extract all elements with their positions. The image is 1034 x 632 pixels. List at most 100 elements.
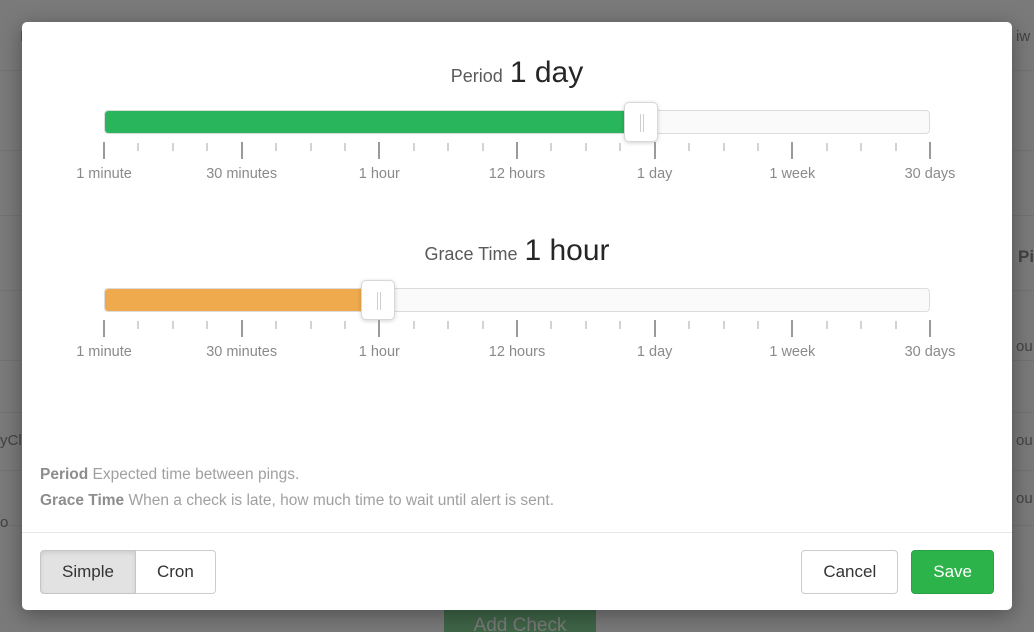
tick-label: 1 day <box>636 344 673 360</box>
tick-label: 12 hours <box>488 344 546 360</box>
period-label: Period <box>450 66 503 86</box>
tick-minor <box>275 143 278 151</box>
mode-simple-button[interactable]: Simple <box>40 549 136 594</box>
tick-minor <box>688 143 691 151</box>
tick-minor <box>412 143 415 151</box>
period-slider-track[interactable] <box>104 110 930 134</box>
grace-slider-fill <box>105 289 377 311</box>
grace-slider-group: Grace Time 1 hour 1 minute 30 minutes 1 hou… <box>22 236 1012 362</box>
tick-minor <box>447 321 450 329</box>
help-term-period: Period <box>40 466 89 483</box>
tick-minor <box>756 321 759 329</box>
tick-minor <box>825 321 828 329</box>
tick-major <box>516 142 518 159</box>
tick-label: 1 hour <box>358 344 400 360</box>
save-button[interactable]: Save <box>911 549 994 594</box>
tick-major <box>378 142 381 159</box>
grace-title: Grace Time 1 hour <box>22 236 1012 266</box>
grip-line-icon <box>380 292 382 310</box>
mode-cron-button[interactable]: Cron <box>135 549 216 594</box>
tick-minor <box>137 321 140 329</box>
tick-minor <box>343 143 346 151</box>
tick-minor <box>171 321 174 329</box>
tick-minor <box>756 143 759 151</box>
help-desc-period: Expected time between pings. <box>92 466 300 483</box>
tick-major <box>653 320 656 337</box>
tick-major <box>929 320 931 337</box>
tick-minor <box>412 321 415 329</box>
tick-minor <box>894 143 897 151</box>
tick-minor <box>447 143 450 151</box>
period-slider-group: Period 1 day 1 minute 30 minutes 1 hour 12 h… <box>22 58 1012 184</box>
period-tick-marks <box>103 142 931 162</box>
tick-minor <box>309 143 312 151</box>
tick-major <box>103 320 105 337</box>
tick-label: 1 minute <box>76 344 132 360</box>
tick-minor <box>275 321 278 329</box>
tick-label: 1 minute <box>76 166 132 182</box>
tick-minor <box>619 143 622 151</box>
schedule-modal-dialog: Period 1 day 1 minute 30 minutes 1 hour 12 h… <box>22 22 1012 610</box>
tick-major <box>516 320 518 337</box>
tick-minor <box>481 143 484 151</box>
tick-major <box>791 142 794 159</box>
tick-major <box>929 142 931 159</box>
tick-label: 12 hours <box>488 166 546 182</box>
tick-minor <box>825 143 828 151</box>
schedule-mode-toggle-group: Simple Cron <box>40 549 216 594</box>
help-desc-grace: When a check is late, how much time to w… <box>128 491 555 509</box>
tick-minor <box>619 321 622 329</box>
tick-minor <box>206 143 209 151</box>
tick-minor <box>550 143 553 151</box>
grip-line-icon <box>639 114 641 132</box>
grace-value: 1 hour <box>524 234 610 267</box>
tick-minor <box>894 321 897 329</box>
tick-minor <box>550 321 553 329</box>
period-slider-handle[interactable] <box>623 102 658 142</box>
tick-minor <box>481 321 484 329</box>
tick-minor <box>688 321 691 329</box>
tick-major <box>240 142 243 159</box>
grace-slider[interactable] <box>104 280 930 320</box>
help-line-grace: Grace Time When a check is late, how muc… <box>40 488 554 514</box>
modal-footer: Simple Cron Cancel Save <box>22 532 1012 610</box>
tick-major <box>791 320 794 337</box>
tick-label: 1 hour <box>358 166 400 182</box>
tick-minor <box>584 143 587 151</box>
tick-minor <box>343 321 346 329</box>
grace-tick-labels: 1 minute 30 minutes 1 hour 12 hours 1 day 1 w… <box>76 340 955 362</box>
grace-slider-handle[interactable] <box>361 280 396 320</box>
tick-label: 30 minutes <box>206 166 278 182</box>
help-line-period: Period Expected time between pings. <box>40 462 554 488</box>
period-slider-fill <box>105 111 630 133</box>
period-slider[interactable] <box>104 102 930 142</box>
tick-minor <box>309 321 312 329</box>
grace-label: Grace Time <box>424 244 518 264</box>
tick-label: 30 minutes <box>206 344 278 360</box>
footer-actions: Cancel Save <box>801 549 994 594</box>
tick-minor <box>137 143 140 151</box>
grip-line-icon <box>377 292 379 310</box>
tick-minor <box>722 143 725 151</box>
tick-major <box>103 142 105 159</box>
tick-label: 1 day <box>636 166 673 182</box>
tick-label: 1 week <box>769 166 816 182</box>
period-title: Period 1 day <box>22 58 1012 88</box>
help-text: Period Expected time between pings. Grac… <box>40 462 554 513</box>
tick-label: 1 week <box>769 344 816 360</box>
tick-major <box>653 142 656 159</box>
tick-major <box>378 320 381 337</box>
tick-minor <box>722 321 725 329</box>
tick-label: 30 days <box>904 344 956 360</box>
grace-tick-marks <box>103 320 931 340</box>
tick-minor <box>860 143 863 151</box>
cancel-button[interactable]: Cancel <box>801 549 899 594</box>
period-value: 1 day <box>509 56 584 89</box>
grace-slider-track[interactable] <box>104 288 930 312</box>
tick-label: 30 days <box>904 166 956 182</box>
modal-body: Period 1 day 1 minute 30 minutes 1 hour 12 h… <box>22 22 1012 532</box>
period-tick-labels: 1 minute 30 minutes 1 hour 12 hours 1 day 1 w… <box>76 162 955 184</box>
help-term-grace: Grace Time <box>40 491 125 509</box>
grip-line-icon <box>642 114 644 132</box>
tick-minor <box>171 143 174 151</box>
